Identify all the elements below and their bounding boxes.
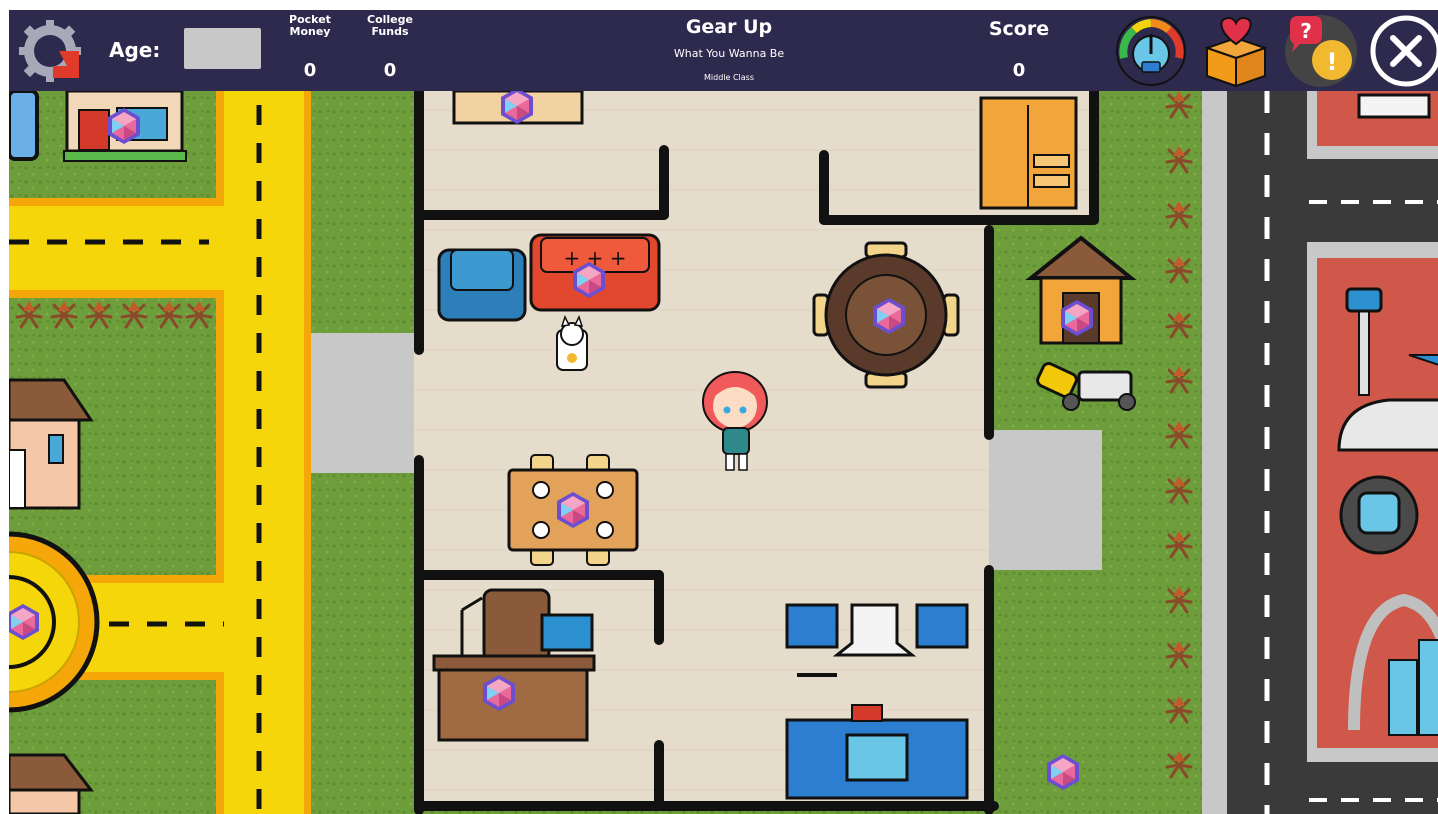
gem-collectible[interactable]: [499, 86, 535, 126]
hud-bar: Age: Pocket Money 0 College Funds 0 Gear…: [9, 10, 1438, 91]
score-label: Score: [988, 18, 1050, 40]
gem-collectible[interactable]: [871, 296, 907, 336]
gem-collectible[interactable]: [571, 260, 607, 300]
gem-collectible[interactable]: [9, 602, 41, 642]
social-class-label: Middle Class: [703, 73, 754, 82]
gem-collectible[interactable]: [481, 673, 517, 713]
age-field: [184, 28, 261, 69]
game-world: + + +: [9, 10, 1438, 814]
college-funds-label: College Funds: [367, 13, 413, 38]
game-frame: + + + Age: Pocket Money 0 College Funds …: [9, 10, 1438, 814]
question-exclamation-icon[interactable]: ? !: [1284, 14, 1358, 88]
svg-text:?: ?: [1300, 19, 1312, 43]
heart-gift-box-icon[interactable]: [1199, 14, 1273, 88]
gear-logo-icon: [19, 20, 81, 82]
svg-text:!: !: [1327, 48, 1338, 76]
pocket-money-label: Pocket Money: [289, 13, 331, 38]
close-icon[interactable]: [1369, 14, 1438, 88]
speedometer-icon[interactable]: [1114, 14, 1188, 88]
score-value: 0: [1012, 60, 1026, 81]
age-label: Age:: [109, 38, 161, 62]
gem-collectible[interactable]: [1045, 752, 1081, 792]
game-title: Gear Up: [685, 16, 773, 38]
gem-collectible[interactable]: [1059, 298, 1095, 338]
college-funds-value: 0: [383, 60, 397, 81]
gem-collectible[interactable]: [555, 490, 591, 530]
pocket-money-value: 0: [303, 60, 317, 81]
game-subtitle: What You Wanna Be: [673, 47, 785, 60]
gem-collectible[interactable]: [106, 106, 142, 146]
